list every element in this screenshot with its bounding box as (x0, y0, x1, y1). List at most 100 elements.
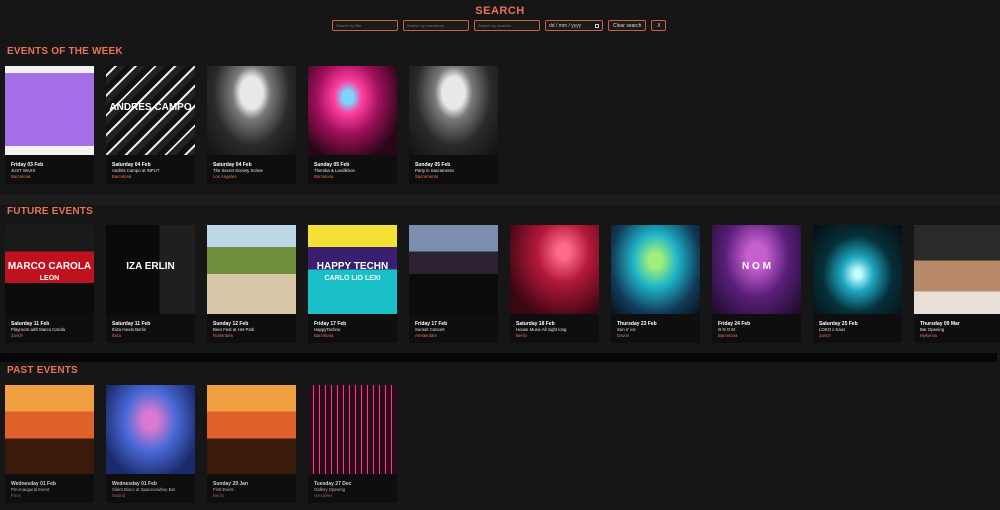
event-image[interactable] (611, 225, 700, 314)
event-image[interactable] (914, 225, 1000, 314)
event-card-body: Saturday 04 Feb The Secret Society Soiree… (207, 155, 296, 184)
event-city: Barcelona (11, 174, 31, 179)
event-card-body: Wednesday 01 Feb Pre-Inaugural Event Paris (5, 474, 94, 503)
event-city: Versailles (314, 493, 333, 498)
event-image[interactable] (207, 66, 296, 155)
event-image-text: N O M (742, 261, 771, 272)
event-image-subtext: CARLO LIO LEXI (324, 275, 381, 282)
event-city: Barcelona (314, 174, 334, 179)
event-image-subtext: LEON (39, 275, 60, 282)
calendar-icon[interactable] (595, 23, 599, 28)
event-image-text: MARCO CAROLA (7, 261, 92, 272)
event-image[interactable]: HAPPY TECHN CARLO LIO LEXI (308, 225, 397, 314)
search-title: SEARCH (475, 5, 525, 17)
event-image[interactable]: ANDRES CAMPO (106, 66, 195, 155)
future-events-row: MARCO CAROLA LEON Saturday 11 Feb Playroom … (5, 225, 1000, 343)
future-event-card[interactable]: IZA ERLIN Saturday 11 Feb Ibiza meets Berl… (106, 225, 195, 343)
search-location-input[interactable] (474, 20, 540, 31)
event-card-body: Tuesday 27 Dec Gallery Opening Versailles (308, 474, 397, 503)
week-event-card[interactable]: Friday 03 Feb JUST WAXX Barcelona (5, 66, 94, 184)
event-image-text: IZA ERLIN (126, 261, 175, 272)
event-city: Paris (11, 493, 21, 498)
event-city: Ibiza (112, 333, 122, 338)
event-image[interactable] (106, 385, 195, 474)
event-city: Barcelona (718, 333, 738, 338)
event-city: Berlin (516, 333, 527, 338)
event-image-text: HAPPY TECHN (316, 261, 389, 272)
past-event-card[interactable]: Wednesday 01 Feb Pre-Inaugural Event Paris (5, 385, 94, 503)
future-event-card[interactable]: Thursday 09 Mar Bar Opening Mykonos (914, 225, 1000, 343)
horizontal-scrollbar[interactable] (0, 353, 997, 362)
event-card-body: Thursday 09 Mar Bar Opening Mykonos (914, 314, 1000, 343)
future-event-card[interactable]: Friday 17 Feb Sunset Concert Amsterdam (409, 225, 498, 343)
event-city: Amsterdam (415, 333, 437, 338)
week-event-card[interactable]: Saturday 04 Feb The Secret Society Soiree… (207, 66, 296, 184)
future-event-card[interactable]: HAPPY TECHN CARLO LIO LEXI Friday 17 Feb Ha… (308, 225, 397, 343)
search-bar: dd / mm / yyyy Clear search X (332, 20, 667, 31)
close-search-button[interactable]: X (651, 20, 667, 31)
event-image[interactable] (308, 385, 397, 474)
week-event-card[interactable]: ANDRES CAMPO Saturday 04 Feb Andrés Campo … (106, 66, 195, 184)
future-event-card[interactable]: Saturday 18 Feb House Music All night lon… (510, 225, 599, 343)
event-card-body: Saturday 11 Feb Playroom with Marco Carol… (5, 314, 94, 343)
event-card-body: Friday 17 Feb HappyTechno Barcelona (308, 314, 397, 343)
event-card-body: Saturday 25 Feb LOKO x Kauz Zurich (813, 314, 902, 343)
section-title-week: EVENTS OF THE WEEK (7, 46, 123, 57)
future-event-card[interactable]: N O M Friday 24 Feb Θ N O M Barcelona (712, 225, 801, 343)
event-image[interactable] (409, 225, 498, 314)
event-card-body: Friday 03 Feb JUST WAXX Barcelona (5, 155, 94, 184)
event-card-body: Sunday 29 Jan First Event Berlin (207, 474, 296, 503)
past-event-card[interactable]: Sunday 29 Jan First Event Berlin (207, 385, 296, 503)
event-city: Berlin (213, 493, 224, 498)
event-city: Barcelona (112, 174, 132, 179)
event-city: Sacramento (415, 174, 439, 179)
week-event-card[interactable]: Sunday 05 Feb Party in Sacramento Sacramen… (409, 66, 498, 184)
event-city: Los Angeles (213, 174, 237, 179)
event-image[interactable]: N O M (712, 225, 801, 314)
event-city: Davos (617, 333, 630, 338)
future-event-card[interactable]: Thursday 23 Feb Sun n' ice Davos (611, 225, 700, 343)
event-city: Barcelona (314, 333, 334, 338)
event-card-body: Saturday 18 Feb House Music All night lon… (510, 314, 599, 343)
event-city: Madrid (112, 493, 126, 498)
event-image[interactable] (5, 66, 94, 155)
event-image[interactable] (409, 66, 498, 155)
future-event-card[interactable]: MARCO CAROLA LEON Saturday 11 Feb Playroom … (5, 225, 94, 343)
event-city: Rotterdam (213, 333, 234, 338)
event-image[interactable] (207, 385, 296, 474)
event-card-body: Wednesday 01 Feb Silent Disco at Spacecow… (106, 474, 195, 503)
date-input[interactable]: dd / mm / yyyy (545, 20, 603, 31)
event-image[interactable] (207, 225, 296, 314)
future-event-card[interactable]: Saturday 25 Feb LOKO x Kauz Zurich (813, 225, 902, 343)
date-input-value: dd / mm / yyyy (549, 22, 582, 29)
section-band (0, 195, 1000, 205)
event-card-body: Friday 17 Feb Sunset Concert Amsterdam (409, 314, 498, 343)
event-card-body: Saturday 04 Feb Andrés Campo at INPUT Barc… (106, 155, 195, 184)
event-card-body: Thursday 23 Feb Sun n' ice Davos (611, 314, 700, 343)
event-card-body: Friday 24 Feb Θ N O M Barcelona (712, 314, 801, 343)
event-city: Mykonos (920, 333, 938, 338)
event-image[interactable] (813, 225, 902, 314)
clear-search-button[interactable]: Clear search (608, 20, 647, 31)
event-card-body: Sunday 05 Feb Themba & Landikhon Barcelona (308, 155, 397, 184)
event-image[interactable]: MARCO CAROLA LEON (5, 225, 94, 314)
event-city: Zurich (819, 333, 831, 338)
event-card-body: Sunday 05 Feb Party in Sacramento Sacramen… (409, 155, 498, 184)
search-title-input[interactable] (332, 20, 398, 31)
event-image[interactable] (510, 225, 599, 314)
event-card-body: Saturday 11 Feb Ibiza meets Berlin Ibiza (106, 314, 195, 343)
event-image[interactable] (5, 385, 94, 474)
week-events-row: Friday 03 Feb JUST WAXX Barcelona ANDRES CA… (5, 66, 498, 184)
past-event-card[interactable]: Wednesday 01 Feb Silent Disco at Spacecow… (106, 385, 195, 503)
week-event-card[interactable]: Sunday 05 Feb Themba & Landikhon Barcelona (308, 66, 397, 184)
event-image[interactable] (308, 66, 397, 155)
future-event-card[interactable]: Sunday 12 Feb Beer Fest at Het Park Rotter… (207, 225, 296, 343)
past-event-card[interactable]: Tuesday 27 Dec Gallery Opening Versailles (308, 385, 397, 503)
search-username-input[interactable] (403, 20, 469, 31)
event-city: Zurich (11, 333, 23, 338)
section-title-future: FUTURE EVENTS (7, 206, 93, 217)
event-card-body: Sunday 12 Feb Beer Fest at Het Park Rotter… (207, 314, 296, 343)
event-image[interactable]: IZA ERLIN (106, 225, 195, 314)
section-title-past: PAST EVENTS (7, 365, 78, 376)
past-events-row: Wednesday 01 Feb Pre-Inaugural Event Paris… (5, 385, 397, 503)
